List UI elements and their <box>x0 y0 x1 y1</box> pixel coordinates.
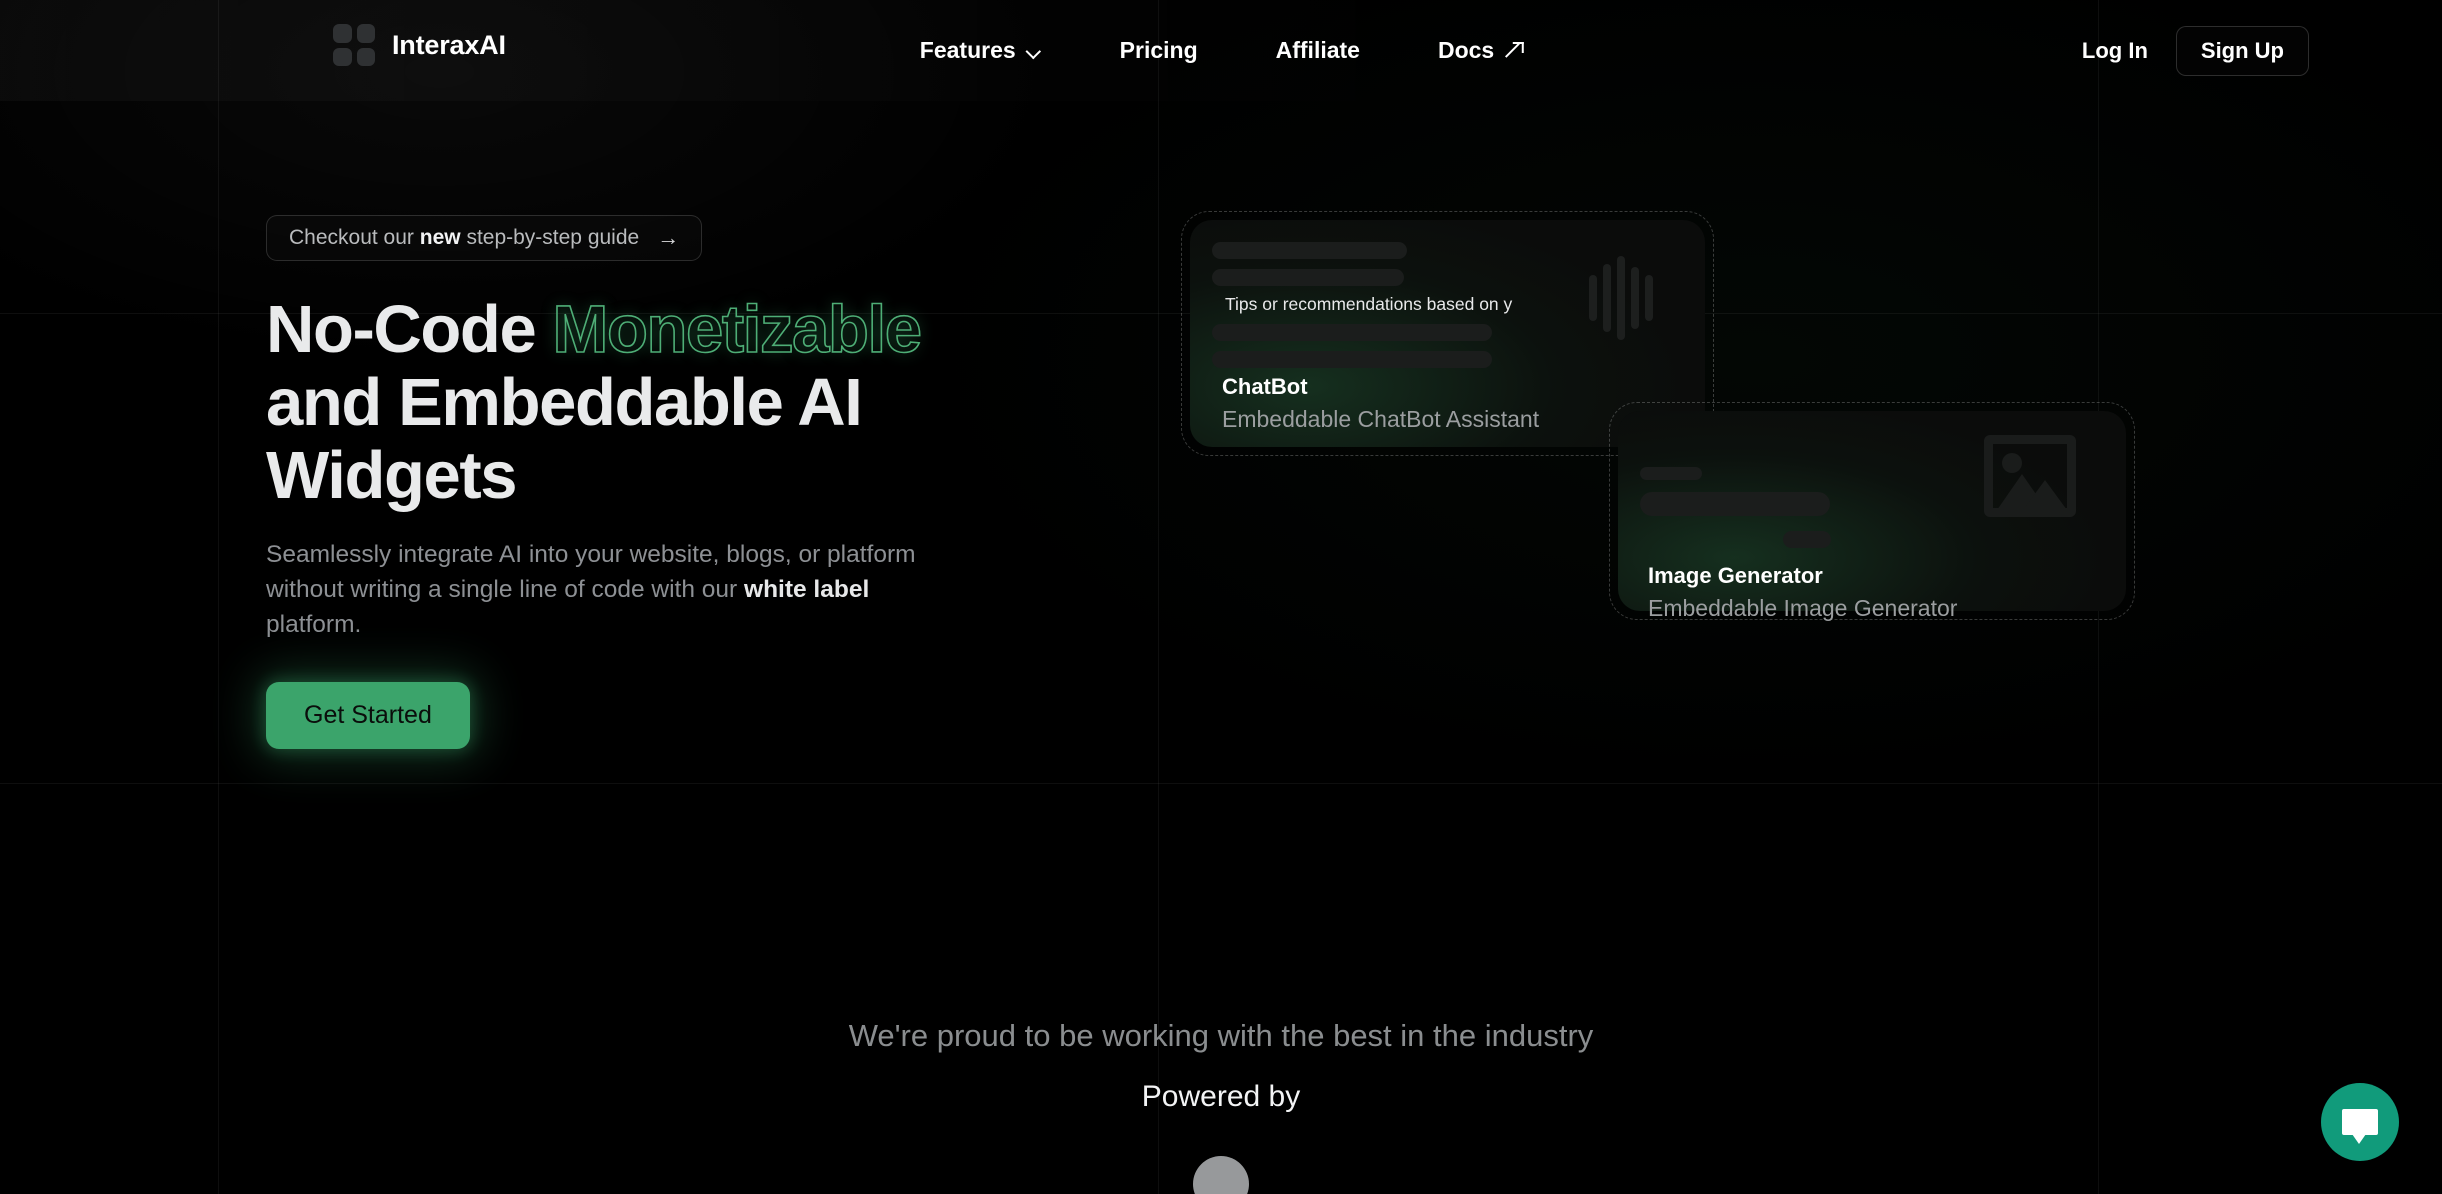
skeleton-bar <box>1640 492 1830 516</box>
skeleton-bar <box>1212 242 1407 259</box>
nav-item-affiliate[interactable]: Affiliate <box>1237 37 1399 64</box>
image-placeholder-icon <box>1984 435 2076 517</box>
brand-logo[interactable]: InteraxAI <box>333 24 506 66</box>
nav-label: Docs <box>1437 37 1495 63</box>
main-navigation: Features Pricing Affiliate Docs <box>881 0 1561 101</box>
hero-title-line-3: Widgets <box>266 438 518 513</box>
image-icon-sun <box>2002 453 2022 473</box>
nav-label: Affiliate <box>1275 37 1360 63</box>
grid-2x2-icon <box>333 24 375 66</box>
imagegen-title: Image Generator <box>1648 563 1823 588</box>
nav-label: Features <box>919 37 1016 63</box>
imagegen-card-label: Image Generator Embeddable Image Generat… <box>1648 563 1957 622</box>
badge-highlight: new <box>419 226 461 249</box>
hero-section: Checkout our new step-by-step guide → No… <box>266 215 1066 750</box>
nav-item-docs[interactable]: Docs <box>1399 37 1561 64</box>
partners-heading: We're proud to be working with the best … <box>848 1018 1594 1053</box>
chat-bubble-icon <box>2342 1109 2378 1144</box>
badge-text: Checkout our new step-by-step guide <box>289 226 639 250</box>
hero-title-line-1: No-Code Monetizable <box>266 295 1066 364</box>
waveform-icon <box>1589 256 1663 340</box>
hero-title-accent: Monetizable <box>552 292 923 367</box>
badge-prefix: Checkout our <box>289 226 414 249</box>
guide-badge[interactable]: Checkout our new step-by-step guide → <box>266 215 703 261</box>
chatbot-subtitle: Embeddable ChatBot Assistant <box>1222 406 1540 432</box>
page-title: No-Code Monetizable and Embeddable AI Wi… <box>266 295 1066 513</box>
signup-button[interactable]: Sign Up <box>2175 25 2309 76</box>
hero-subtitle-part2: platform. <box>266 610 362 638</box>
chatbot-title: ChatBot <box>1222 374 1308 399</box>
hero-subtitle: Seamlessly integrate AI into your websit… <box>266 538 966 642</box>
hero-title-plain: No-Code <box>266 292 537 367</box>
page-root: InteraxAI Features Pricing Affiliate Doc… <box>0 0 2442 1194</box>
skeleton-bar <box>1212 324 1492 341</box>
skeleton-bar <box>1783 531 1831 548</box>
login-button[interactable]: Log In <box>2060 28 2170 74</box>
external-link-icon <box>1505 42 1525 59</box>
chatbot-message: Tips or recommendations based on y <box>1225 294 1513 314</box>
get-started-button[interactable]: Get Started <box>266 682 470 750</box>
imagegen-subtitle: Embeddable Image Generator <box>1648 595 1958 621</box>
nav-item-features[interactable]: Features <box>881 37 1081 64</box>
partner-logo <box>1193 1156 1249 1194</box>
powered-by-label: Powered by <box>1141 1080 1301 1113</box>
chat-widget-button[interactable] <box>2321 1083 2399 1161</box>
nav-item-pricing[interactable]: Pricing <box>1081 37 1237 64</box>
skeleton-bar <box>1212 351 1492 368</box>
nav-label: Pricing <box>1119 37 1198 63</box>
partners-section: We're proud to be working with the best … <box>0 1018 2442 1194</box>
skeleton-bar <box>1212 269 1404 286</box>
chevron-down-icon <box>1027 46 1042 55</box>
chatbot-card-label: ChatBot Embeddable ChatBot Assistant <box>1222 374 1539 433</box>
badge-suffix: step-by-step guide <box>466 226 640 249</box>
image-icon-mountain <box>2023 480 2067 508</box>
skeleton-bar <box>1640 467 1702 480</box>
site-header: InteraxAI Features Pricing Affiliate Doc… <box>0 0 2442 101</box>
brand-name: InteraxAI <box>392 29 506 60</box>
hero-subtitle-bold: white label <box>744 575 870 603</box>
auth-actions: Log In Sign Up <box>2060 0 2309 101</box>
arrow-right-icon: → <box>657 225 680 250</box>
hero-title-line-2: and Embeddable AI <box>266 365 863 440</box>
